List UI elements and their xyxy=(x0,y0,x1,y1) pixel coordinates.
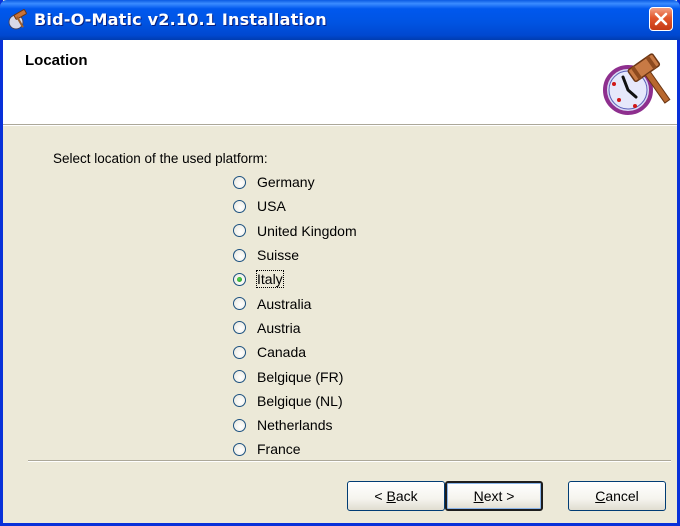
next-button-label: ext > xyxy=(483,488,515,504)
location-option[interactable]: Belgique (NL) xyxy=(233,389,357,413)
location-prompt: Select location of the used platform: xyxy=(53,151,268,166)
location-option[interactable]: Canada xyxy=(233,340,357,364)
title-bar[interactable]: Bid-O-Matic v2.10.1 Installation xyxy=(0,0,680,40)
radio-label[interactable]: Netherlands xyxy=(257,417,333,433)
radio-button[interactable] xyxy=(233,321,246,335)
radio-label[interactable]: USA xyxy=(257,198,286,214)
location-option[interactable]: Austria xyxy=(233,316,357,340)
location-option[interactable]: Netherlands xyxy=(233,413,357,437)
gavel-clock-logo xyxy=(601,48,671,118)
location-option[interactable]: Suisse xyxy=(233,243,357,267)
wizard-header: Location xyxy=(3,40,677,124)
location-option[interactable]: France xyxy=(233,437,357,461)
radio-button[interactable] xyxy=(233,297,246,311)
back-button-mnemonic: B xyxy=(386,488,396,504)
window-title: Bid-O-Matic v2.10.1 Installation xyxy=(34,10,327,29)
cancel-button-label: ancel xyxy=(605,488,639,504)
cancel-button[interactable]: Cancel xyxy=(568,481,666,511)
radio-button[interactable] xyxy=(233,224,246,238)
location-option[interactable]: Italy xyxy=(233,267,357,291)
next-button[interactable]: Next > xyxy=(445,481,543,511)
radio-label[interactable]: Italy xyxy=(256,270,284,289)
close-icon xyxy=(654,12,668,26)
location-option[interactable]: Germany xyxy=(233,170,357,194)
back-button-prefix: < xyxy=(374,488,387,504)
location-option[interactable]: Australia xyxy=(233,291,357,315)
radio-label[interactable]: Germany xyxy=(257,174,315,190)
location-radio-group: Germany USA United Kingdom Suisse Italy Austr… xyxy=(233,170,357,462)
radio-label[interactable]: United Kingdom xyxy=(257,223,357,239)
footer-divider xyxy=(28,460,671,462)
radio-button[interactable] xyxy=(233,272,246,286)
next-button-mnemonic: N xyxy=(473,488,484,504)
radio-label[interactable]: Belgique (NL) xyxy=(257,393,343,409)
radio-label[interactable]: Australia xyxy=(257,296,311,312)
radio-label[interactable]: Austria xyxy=(257,320,301,336)
installer-window: Bid-O-Matic v2.10.1 Installation Locatio… xyxy=(0,0,680,526)
radio-button[interactable] xyxy=(233,345,246,359)
page-title: Location xyxy=(25,52,88,69)
radio-label[interactable]: Suisse xyxy=(257,247,299,263)
header-divider xyxy=(3,124,677,126)
radio-button[interactable] xyxy=(233,442,246,456)
bid-o-matic-app-icon xyxy=(7,9,29,31)
radio-label[interactable]: Belgique (FR) xyxy=(257,369,343,385)
radio-button[interactable] xyxy=(233,370,246,384)
radio-button[interactable] xyxy=(233,394,246,408)
back-button-label: ack xyxy=(395,488,418,504)
location-option[interactable]: United Kingdom xyxy=(233,219,357,243)
radio-label[interactable]: Canada xyxy=(257,344,306,360)
radio-button[interactable] xyxy=(233,418,246,432)
close-button[interactable] xyxy=(649,7,673,31)
radio-button[interactable] xyxy=(233,175,246,189)
radio-button[interactable] xyxy=(233,248,246,262)
radio-button[interactable] xyxy=(233,199,246,213)
cancel-button-mnemonic: C xyxy=(595,488,606,504)
radio-label[interactable]: France xyxy=(257,441,301,457)
location-option[interactable]: Belgique (FR) xyxy=(233,364,357,388)
location-option[interactable]: USA xyxy=(233,194,357,218)
back-button[interactable]: < Back xyxy=(347,481,445,511)
